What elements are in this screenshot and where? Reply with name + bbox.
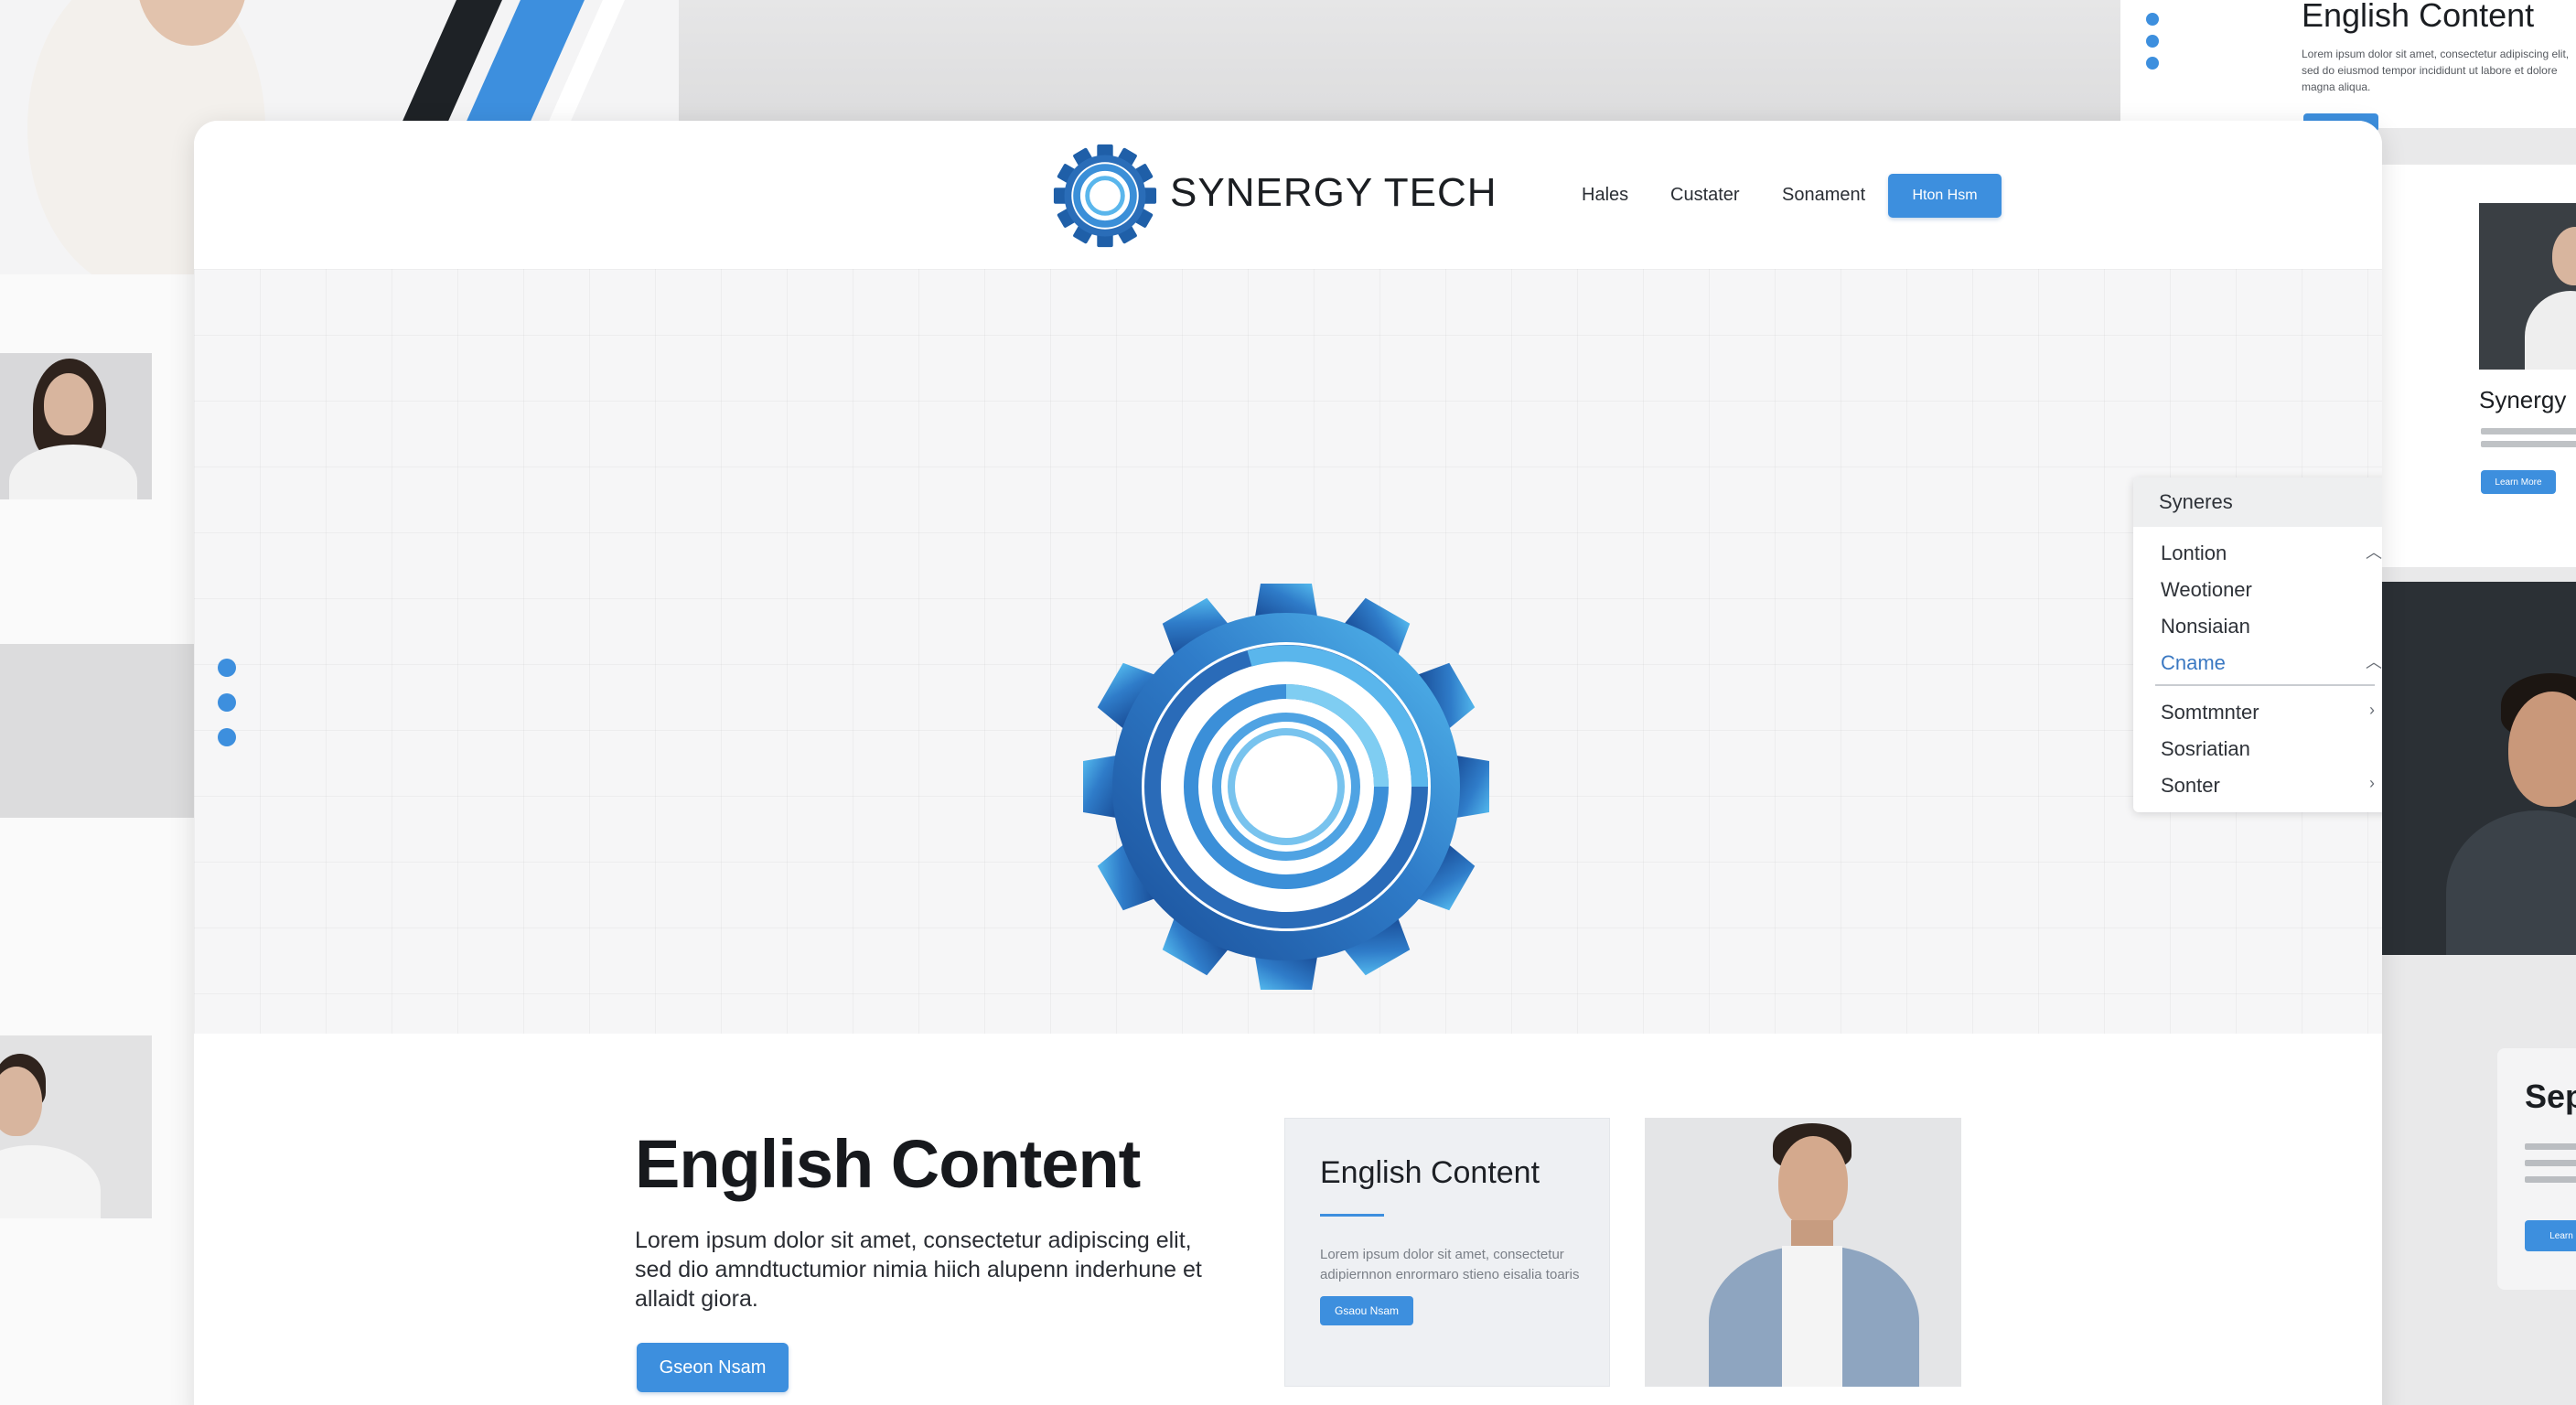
- card-title: English Content: [1320, 1155, 1540, 1190]
- chevron-right-icon[interactable]: ›: [2369, 701, 2375, 720]
- side-dot[interactable]: [218, 693, 236, 712]
- background-card-body: Lorem ipsum dolor sit amet, consectetur …: [2302, 48, 2570, 93]
- brand-name[interactable]: SYNERGY TECH: [1170, 170, 1497, 216]
- background-card-button: Learn: [2525, 1220, 2576, 1251]
- header-cta-button[interactable]: Hton Hsm: [1888, 174, 2002, 218]
- top-navigation-bar: SYNERGY TECH Hales Custater Sonament Hto…: [194, 121, 2382, 269]
- content-title: English Content: [635, 1126, 1141, 1202]
- person-photo: [2479, 203, 2576, 370]
- background-divider-block: [0, 644, 196, 818]
- nav-link-sonament[interactable]: Sonament: [1782, 185, 1865, 206]
- person-photo: [1645, 1118, 1961, 1387]
- side-dot[interactable]: [218, 659, 236, 677]
- background-card-title: Synergy: [2479, 386, 2567, 413]
- pagination-dot: [2146, 57, 2159, 70]
- nav-link-hales[interactable]: Hales: [1582, 185, 1628, 206]
- menu-divider: [2155, 684, 2375, 686]
- dropdown-header[interactable]: Syneres: [2133, 477, 2382, 527]
- nav-link-custater[interactable]: Custater: [1670, 185, 1740, 206]
- card-accent-rule: [1320, 1214, 1384, 1217]
- background-card-left-1: [0, 274, 196, 644]
- menu-item-lontion[interactable]: Lontion: [2161, 542, 2227, 565]
- side-dot[interactable]: [218, 728, 236, 746]
- hero-section: Syneres Lontion ︿ Weotioner Nonsiaian Cn…: [194, 269, 2382, 1105]
- chevron-right-icon[interactable]: ›: [2369, 774, 2375, 793]
- dropdown-menu: Syneres Lontion ︿ Weotioner Nonsiaian Cn…: [2133, 477, 2382, 812]
- avatar: [0, 353, 152, 499]
- chevron-up-icon[interactable]: ︿: [2366, 540, 2382, 563]
- gear-icon[interactable]: [1052, 143, 1158, 249]
- menu-item-sonter[interactable]: Sonter: [2161, 774, 2220, 798]
- menu-item-nonsiaian[interactable]: Nonsiaian: [2161, 615, 2250, 638]
- background-card-title: Sep: [2525, 1078, 2576, 1115]
- card-body: Lorem ipsum dolor sit amet, consectetur …: [1320, 1247, 1580, 1282]
- card-button[interactable]: Gsaou Nsam: [1320, 1296, 1413, 1325]
- background-person-photo: [2382, 582, 2576, 955]
- menu-item-weotioner[interactable]: Weotioner: [2161, 578, 2252, 602]
- menu-item-sosriatian[interactable]: Sosriatian: [2161, 737, 2250, 761]
- background-card-right: Synergy Learn More: [2382, 165, 2576, 567]
- background-card-left-2: [0, 818, 196, 1405]
- background-card-top-right: English Content Lorem ipsum dolor sit am…: [2120, 0, 2576, 132]
- menu-item-cname[interactable]: Cname: [2161, 651, 2226, 675]
- content-body: Lorem ipsum dolor sit amet, consectetur …: [635, 1228, 1202, 1312]
- dropdown-header-label: Syneres: [2159, 490, 2233, 513]
- background-card-right-lower: Sep Learn: [2497, 1048, 2576, 1290]
- main-window: SYNERGY TECH Hales Custater Sonament Hto…: [194, 121, 2382, 1405]
- gear-icon: [1083, 584, 1489, 990]
- avatar: [0, 1035, 152, 1218]
- menu-item-somtmnter[interactable]: Somtmnter: [2161, 701, 2259, 724]
- background-top-strip: [677, 0, 2122, 128]
- info-card: English Content Lorem ipsum dolor sit am…: [1284, 1118, 1610, 1387]
- pagination-dot: [2146, 13, 2159, 26]
- content-section: English Content Lorem ipsum dolor sit am…: [194, 1034, 2382, 1405]
- pagination-dot: [2146, 35, 2159, 48]
- background-card-button: Learn More: [2481, 470, 2556, 494]
- background-card-title: English Content: [2302, 0, 2535, 34]
- content-cta-button[interactable]: Gseon Nsam: [637, 1343, 789, 1392]
- chevron-up-icon[interactable]: ︿: [2366, 649, 2382, 673]
